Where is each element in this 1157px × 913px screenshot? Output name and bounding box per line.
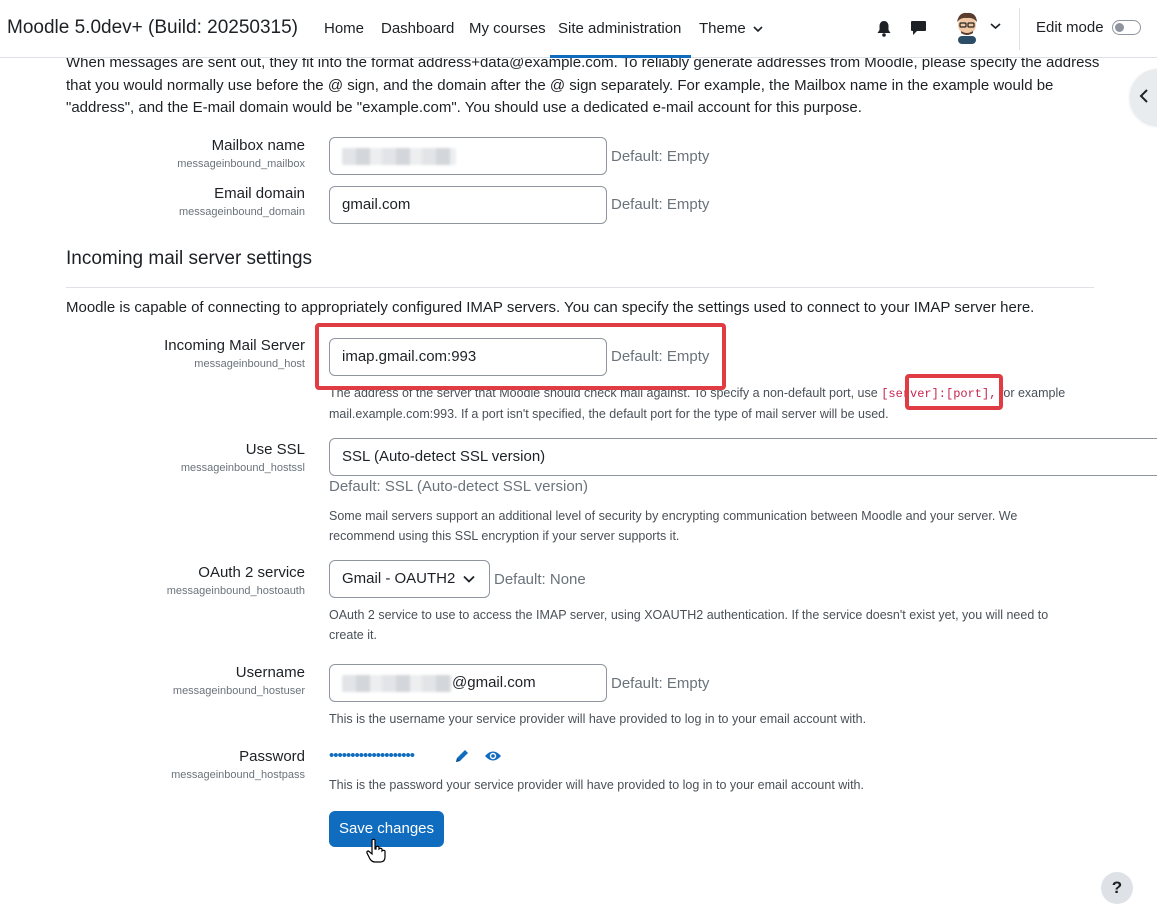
- user-avatar[interactable]: [951, 10, 983, 44]
- incoming-mail-server-label: Incoming Mail Server: [164, 337, 305, 354]
- edit-mode-label: Edit mode: [1036, 19, 1104, 36]
- oauth-service-label: OAuth 2 service: [198, 564, 305, 581]
- eye-icon[interactable]: [484, 749, 502, 763]
- email-domain-input[interactable]: gmail.com: [329, 186, 607, 224]
- oauth-service-description: OAuth 2 service to use to access the IMA…: [329, 605, 1089, 645]
- redacted-value: [342, 147, 456, 165]
- inbound-intro-text: When messages are sent out, they fit int…: [66, 54, 1100, 116]
- use-ssl-description: Some mail servers support an additional …: [329, 506, 1089, 546]
- use-ssl-label: Use SSL: [245, 441, 305, 458]
- nav-dashboard[interactable]: Dashboard: [381, 20, 454, 37]
- mailbox-name-label: Mailbox name: [211, 137, 305, 154]
- section-description: Moodle is capable of connecting to appro…: [66, 299, 1035, 316]
- username-suffix: @gmail.com: [452, 674, 536, 691]
- username-default: Default: Empty: [611, 675, 710, 692]
- highlight-box-port: [905, 374, 1003, 410]
- chevron-left-icon: [1139, 89, 1148, 103]
- email-domain-default: Default: Empty: [611, 196, 710, 213]
- password-key: messageinbound_hostpass: [171, 769, 305, 781]
- help-button[interactable]: ?: [1101, 872, 1133, 904]
- use-ssl-select[interactable]: SSL (Auto-detect SSL version): [329, 438, 1157, 476]
- toggle-knob: [1115, 23, 1124, 32]
- edit-mode-toggle[interactable]: [1112, 20, 1141, 35]
- pencil-icon[interactable]: [454, 748, 470, 764]
- user-menu-chevron-icon[interactable]: [990, 22, 1001, 30]
- ssl-desc-line2: recommend using this SSL encryption if y…: [329, 529, 680, 543]
- chevron-down-icon: [463, 575, 475, 583]
- bell-icon[interactable]: [876, 20, 892, 37]
- oauth-service-value: Gmail - OAUTH2: [342, 570, 456, 587]
- chevron-down-icon: [753, 26, 763, 33]
- highlight-box-server: [315, 323, 726, 390]
- section-divider: [66, 287, 1094, 288]
- section-heading: Incoming mail server settings: [66, 248, 313, 269]
- use-ssl-default: Default: SSL (Auto-detect SSL version): [329, 478, 589, 495]
- nav-site-administration[interactable]: Site administration: [558, 20, 681, 37]
- ssl-desc-line1: Some mail servers support an additional …: [329, 509, 1018, 523]
- username-input[interactable]: @gmail.com: [329, 664, 607, 702]
- redacted-value: [342, 674, 452, 692]
- nav-theme[interactable]: Theme: [699, 20, 763, 37]
- username-label: Username: [235, 664, 305, 681]
- hand-cursor-icon: [366, 838, 386, 863]
- open-drawer-button[interactable]: [1130, 69, 1157, 125]
- mailbox-name-default: Default: Empty: [611, 148, 710, 165]
- mailbox-name-key: messageinbound_mailbox: [177, 158, 305, 170]
- nav-active-indicator: [550, 55, 691, 58]
- nav-theme-label: Theme: [699, 20, 746, 37]
- mailbox-name-input[interactable]: [329, 137, 607, 175]
- oauth-desc-line1: OAuth 2 service to use to access the IMA…: [329, 608, 1049, 622]
- use-ssl-key: messageinbound_hostssl: [180, 462, 305, 474]
- username-description: This is the username your service provid…: [329, 712, 867, 726]
- password-masked-value[interactable]: ••••••••••••••••••••: [329, 747, 415, 764]
- oauth-desc-line2: create it.: [329, 628, 377, 642]
- chat-icon[interactable]: [910, 20, 927, 36]
- email-domain-key: messageinbound_domain: [179, 206, 305, 218]
- incoming-mail-server-key: messageinbound_host: [194, 358, 305, 370]
- oauth-service-key: messageinbound_hostoauth: [166, 585, 305, 597]
- top-navbar: Moodle 5.0dev+ (Build: 20250315) Home Da…: [0, 0, 1157, 58]
- navbar-divider: [1019, 8, 1020, 50]
- password-label: Password: [239, 748, 305, 765]
- oauth-service-default: Default: None: [494, 571, 586, 588]
- save-changes-button[interactable]: Save changes: [329, 811, 444, 847]
- nav-home[interactable]: Home: [324, 20, 364, 37]
- password-description: This is the password your service provid…: [329, 778, 864, 792]
- nav-my-courses[interactable]: My courses: [469, 20, 546, 37]
- site-brand[interactable]: Moodle 5.0dev+ (Build: 20250315): [7, 17, 298, 39]
- host-desc-part2: for example: [999, 386, 1066, 400]
- username-key: messageinbound_hostuser: [172, 685, 305, 697]
- host-desc-line2: mail.example.com:993. If a port isn't sp…: [329, 407, 889, 421]
- email-domain-label: Email domain: [214, 185, 305, 202]
